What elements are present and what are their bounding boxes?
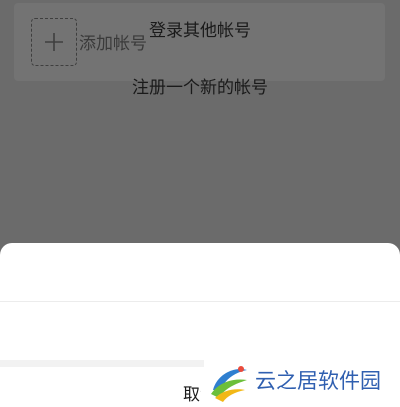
yunzhiju-logo-icon bbox=[211, 366, 247, 402]
watermark-text: 云之居软件园 bbox=[255, 370, 381, 393]
cancel-label[interactable]: 取消 bbox=[183, 384, 201, 406]
option-divider bbox=[0, 301, 400, 302]
login-other-account-option[interactable]: 登录其他帐号 bbox=[0, 3, 400, 59]
register-new-account-option[interactable]: 注册一个新的帐号 bbox=[0, 60, 400, 116]
